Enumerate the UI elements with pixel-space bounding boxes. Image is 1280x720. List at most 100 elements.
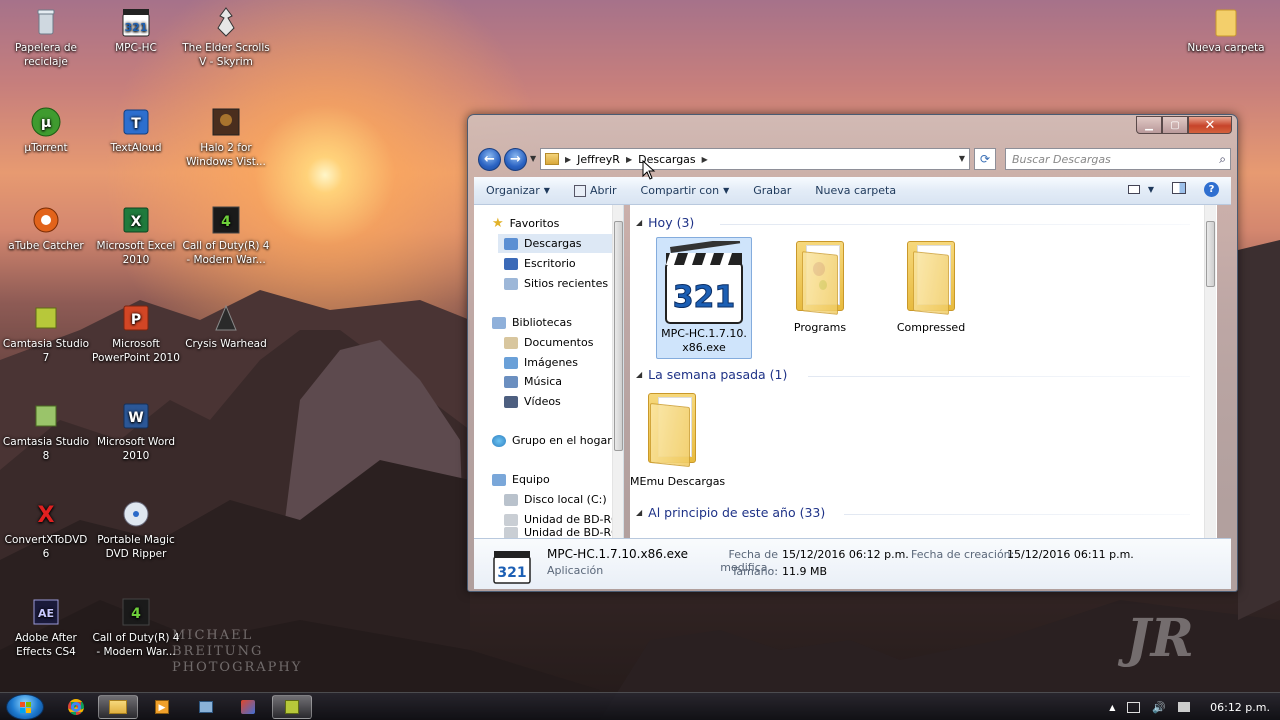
nav-bdrom-2[interactable]: Unidad de BD-ROM xyxy=(504,527,623,538)
collapse-triangle-icon: ◢ xyxy=(636,218,643,227)
show-hidden-icons-icon[interactable]: ▲ xyxy=(1109,703,1115,712)
folder-item-compressed[interactable]: Compressed xyxy=(883,237,979,335)
desktop-icon-label: Camtasia Studio 7 xyxy=(2,338,90,364)
open-button[interactable]: Abrir xyxy=(562,184,629,197)
halo-icon xyxy=(210,106,242,138)
search-input[interactable]: Buscar Descargas ⌕ xyxy=(1005,148,1231,170)
desktop-icon-nueva-carpeta[interactable]: Nueva carpeta xyxy=(1180,6,1272,55)
system-tray: ▲ 🔊 06:12 p.m. xyxy=(1109,693,1270,720)
folder-item-memu[interactable]: MEmu Descargas xyxy=(630,389,725,489)
organize-menu[interactable]: Organizar ▼ xyxy=(474,184,562,197)
nav-videos[interactable]: Vídeos xyxy=(504,392,561,411)
desktop-icon-powerpoint[interactable]: P Microsoft PowerPoint 2010 xyxy=(90,302,182,365)
desktop-icon-dvd-ripper[interactable]: Portable Magic DVD Ripper xyxy=(90,498,182,561)
desktop-icon-cod4[interactable]: 4 Call of Duty(R) 4 - Modern War... xyxy=(180,204,272,267)
nav-label: Descargas xyxy=(524,237,582,250)
nav-pane-scrollbar[interactable] xyxy=(612,205,623,538)
desktop-icon-camtasia8[interactable]: Camtasia Studio 8 xyxy=(0,400,92,463)
desktop-icon-skyrim[interactable]: The Elder Scrolls V - Skyrim xyxy=(180,6,272,69)
maximize-button[interactable]: ▢ xyxy=(1162,116,1188,134)
group-label: Hoy (3) xyxy=(648,215,695,230)
breadcrumb-separator-icon[interactable]: ▶ xyxy=(702,155,708,164)
group-header-earlier-year[interactable]: ◢ Al principio de este año (33) xyxy=(636,505,825,520)
nav-libraries[interactable]: Bibliotecas xyxy=(492,313,572,332)
nav-favorites[interactable]: ★ Favoritos xyxy=(492,214,559,233)
desktop-icon-recycle-bin[interactable]: Papelera de reciclaje xyxy=(0,6,92,69)
taskbar-paint[interactable] xyxy=(228,695,268,719)
nav-homegroup[interactable]: Grupo en el hogar xyxy=(492,431,612,450)
nav-label: Bibliotecas xyxy=(512,316,573,329)
desktop-icon-excel[interactable]: X Microsoft Excel 2010 xyxy=(90,204,182,267)
breadcrumb-jeffreyr[interactable]: JeffreyR xyxy=(571,153,626,166)
desktop-icon-label: Adobe After Effects CS4 xyxy=(15,632,77,658)
close-button[interactable]: ✕ xyxy=(1188,116,1232,134)
view-controls: ▼ ? xyxy=(1127,182,1219,197)
new-folder-button[interactable]: Nueva carpeta xyxy=(803,184,908,197)
preview-pane-button[interactable] xyxy=(1172,182,1186,197)
desktop-icon-textaloud[interactable]: T TextAloud xyxy=(90,106,182,155)
change-view-button[interactable]: ▼ xyxy=(1127,185,1154,194)
scroll-thumb[interactable] xyxy=(1206,221,1215,287)
taskbar-camtasia[interactable] xyxy=(272,695,312,719)
burn-button[interactable]: Grabar xyxy=(741,184,803,197)
nav-local-disk[interactable]: Disco local (C:) xyxy=(504,490,607,509)
explorer-icon xyxy=(109,700,127,714)
nav-computer[interactable]: Equipo xyxy=(492,470,550,489)
nav-desktop[interactable]: Escritorio xyxy=(504,254,576,273)
desktop-icon-word[interactable]: W Microsoft Word 2010 xyxy=(90,400,182,463)
address-dropdown-icon[interactable]: ▼ xyxy=(959,154,965,163)
address-bar[interactable]: ▶ JeffreyR ▶ Descargas ▶ ▼ xyxy=(540,148,970,170)
desktop-icon-convertxtodvd[interactable]: X ConvertXToDVD 6 xyxy=(0,498,92,561)
group-label: La semana pasada (1) xyxy=(648,367,788,382)
desktop-icon-halo[interactable]: Halo 2 for Windows Vist... xyxy=(180,106,272,169)
folder-item-programs[interactable]: Programs xyxy=(772,237,868,335)
scroll-thumb[interactable] xyxy=(614,221,623,451)
desktop-icon-cod4-2[interactable]: 4 Call of Duty(R) 4 - Modern War... xyxy=(90,596,182,659)
nav-images[interactable]: Imágenes xyxy=(504,353,578,372)
help-button[interactable]: ? xyxy=(1204,182,1219,197)
nav-music[interactable]: Música xyxy=(504,372,562,391)
taskbar-chrome[interactable] xyxy=(56,695,96,719)
recent-pages-dropdown-icon[interactable]: ▼ xyxy=(530,154,536,163)
search-placeholder: Buscar Descargas xyxy=(1012,153,1111,166)
folder-icon xyxy=(792,237,848,315)
nav-label: Unidad de BD-ROM ( xyxy=(524,513,623,526)
clock[interactable]: 06:12 p.m. xyxy=(1210,701,1270,714)
back-button[interactable]: ← xyxy=(478,148,501,171)
svg-text:P: P xyxy=(131,312,141,328)
file-list: ◢ Hoy (3) 321 MPC-HC.1.7.10.x86.exe Prog… xyxy=(630,205,1217,538)
desktop-icon-label: Call of Duty(R) 4 - Modern War... xyxy=(182,240,270,266)
music-icon xyxy=(504,375,518,388)
content-scrollbar[interactable] xyxy=(1204,205,1216,538)
chevron-down-icon: ▼ xyxy=(723,186,730,195)
explorer-window[interactable]: ▁ ▢ ✕ ← → ▼ ▶ JeffreyR ▶ Descargas ▶ ▼ ⟳… xyxy=(467,114,1238,592)
nav-recent[interactable]: Sitios recientes xyxy=(504,274,608,293)
desktop-icon-after-effects[interactable]: AE Adobe After Effects CS4 xyxy=(0,596,92,659)
taskbar-network[interactable] xyxy=(186,695,226,719)
desktop-icon-camtasia7[interactable]: Camtasia Studio 7 xyxy=(0,302,92,365)
nav-documents[interactable]: Documentos xyxy=(504,333,593,352)
nav-downloads[interactable]: Descargas xyxy=(498,234,622,253)
group-header-last-week[interactable]: ◢ La semana pasada (1) xyxy=(636,367,787,382)
view-icon xyxy=(1127,185,1140,194)
speaker-icon[interactable] xyxy=(1178,702,1191,712)
desktop-icon-crysis[interactable]: Crysis Warhead xyxy=(180,302,272,351)
refresh-button[interactable]: ⟳ xyxy=(974,148,996,170)
nav-label: Vídeos xyxy=(524,395,561,408)
volume-icon[interactable]: 🔊 xyxy=(1152,701,1166,714)
minimize-button[interactable]: ▁ xyxy=(1136,116,1162,134)
taskbar-explorer[interactable] xyxy=(98,695,138,719)
desktop-icon-label: Portable Magic DVD Ripper xyxy=(97,534,175,560)
desktop-icon-mpc-hc[interactable]: 321 MPC-HC xyxy=(90,6,182,55)
share-menu[interactable]: Compartir con ▼ xyxy=(629,184,742,197)
forward-button[interactable]: → xyxy=(504,148,527,171)
start-button[interactable] xyxy=(6,694,44,720)
taskbar-media-player[interactable]: ▶ xyxy=(142,695,182,719)
desktop-icon-atube[interactable]: aTube Catcher xyxy=(0,204,92,253)
svg-text:X: X xyxy=(38,503,55,528)
svg-text:4: 4 xyxy=(221,214,231,230)
file-item-mpc-hc[interactable]: 321 MPC-HC.1.7.10.x86.exe xyxy=(656,237,752,359)
group-header-today[interactable]: ◢ Hoy (3) xyxy=(636,215,694,230)
desktop-icon-utorrent[interactable]: µ µTorrent xyxy=(0,106,92,155)
network-status-icon[interactable] xyxy=(1127,701,1141,713)
